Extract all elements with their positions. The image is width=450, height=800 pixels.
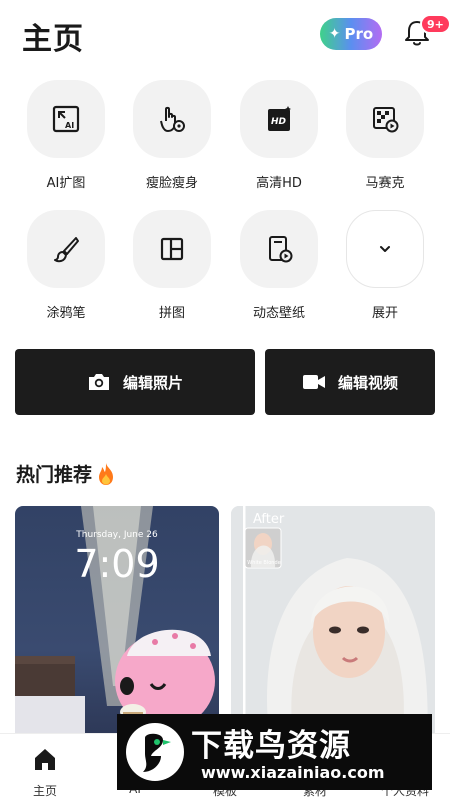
bird-logo-icon [126, 723, 184, 781]
home-icon [35, 749, 55, 770]
watermark-text: 下载鸟资源 [191, 728, 351, 764]
hd-icon: HD [268, 106, 291, 131]
pro-label: Pro [344, 25, 374, 43]
tool-label: 涂鸦笔 [46, 306, 86, 321]
tool-icon-container: AI [27, 80, 105, 158]
chevron-down-icon [380, 246, 390, 252]
thumb-caption: White Blonde [247, 560, 281, 566]
after-label: After [253, 512, 285, 527]
collage-icon [160, 237, 184, 261]
nav-label: 主页 [32, 784, 57, 798]
tool-label: 马赛克 [365, 176, 405, 191]
tool-brush[interactable]: 涂鸦笔 [26, 210, 106, 321]
tool-label: 拼图 [158, 306, 185, 321]
top-bar: 主页 ✦ Pro 9+ [0, 0, 450, 70]
nav-item-home[interactable]: 主页 [0, 744, 90, 799]
tool-mosaic[interactable]: 马赛克 [345, 80, 425, 191]
lockscreen-time: 7:09 [74, 542, 160, 586]
edit-photo-label: 编辑照片 [122, 373, 183, 392]
tool-live-wallpaper[interactable]: 动态壁纸 [239, 210, 319, 321]
camera-icon [88, 374, 109, 390]
tool-label: 动态壁纸 [252, 306, 305, 321]
tool-collage[interactable]: 拼图 [132, 210, 212, 321]
portrait-illustration [231, 506, 435, 746]
tool-hd[interactable]: HD 高清HD [239, 80, 319, 191]
notification-badge: 9+ [420, 14, 450, 34]
svg-text:HD: HD [271, 117, 287, 127]
lockscreen-date: Thursday, June 26 [76, 530, 158, 540]
ai-expand-icon: AI [52, 105, 80, 133]
video-camera-icon [302, 375, 325, 389]
tool-icon-container [346, 210, 424, 288]
tool-icon-container [133, 210, 211, 288]
tool-label: 高清HD [256, 176, 302, 191]
live-wallpaper-icon [269, 236, 293, 263]
tool-label: 瘦脸瘦身 [145, 176, 198, 191]
watermark-banner: 下载鸟资源 www.xiazainiao.com [117, 714, 432, 790]
recommend-card-portrait[interactable]: After White Blonde [231, 506, 435, 746]
tool-icon-container [133, 80, 211, 158]
tool-icon-container: HD [240, 80, 318, 158]
sparkle-icon: ✦ [328, 26, 341, 42]
edit-video-label: 编辑视频 [337, 373, 398, 392]
brush-icon [54, 237, 79, 263]
pro-button[interactable]: ✦ Pro [320, 18, 382, 50]
tool-label: 展开 [371, 306, 398, 321]
tool-slim[interactable]: 瘦脸瘦身 [132, 80, 212, 191]
page-title: 主页 [22, 22, 84, 57]
tool-icon-container [346, 80, 424, 158]
tool-icon-container [240, 210, 318, 288]
fire-icon [99, 462, 114, 485]
section-title: 热门推荐 [16, 464, 93, 486]
edit-photo-button[interactable]: 编辑照片 [15, 349, 255, 415]
recommend-card-wallpaper[interactable]: Thursday, June 26 7:09 [15, 506, 219, 746]
tool-label: AI扩图 [46, 176, 86, 191]
edit-video-button[interactable]: 编辑视频 [265, 349, 435, 415]
tool-expand-more[interactable]: 展开 [345, 210, 425, 321]
mosaic-icon [373, 107, 399, 133]
touch-slim-icon [160, 106, 185, 132]
tool-ai-expand[interactable]: AI AI扩图 [26, 80, 106, 191]
tool-icon-container [27, 210, 105, 288]
watermark-url: www.xiazainiao.com [201, 763, 385, 782]
section-header: 热门推荐 [16, 460, 116, 487]
svg-text:AI: AI [65, 121, 74, 130]
